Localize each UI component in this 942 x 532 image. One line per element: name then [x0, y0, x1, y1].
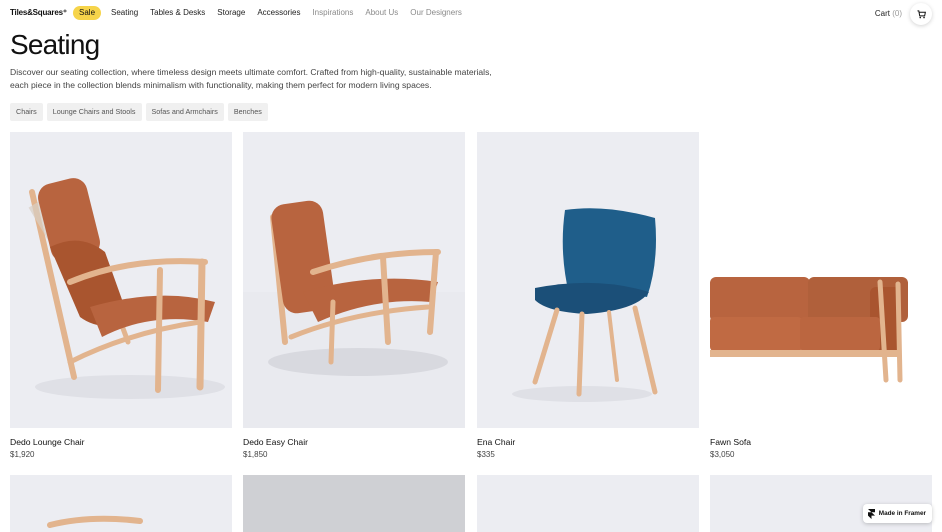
nav-links: Sale Seating Tables & Desks Storage Acce…: [73, 5, 474, 21]
nav-link-accessories[interactable]: Accessories: [257, 5, 300, 21]
nav-link-seating[interactable]: Seating: [111, 5, 138, 21]
product-name[interactable]: Dedo Easy Chair: [243, 437, 465, 447]
product-card[interactable]: Dedo Lounge Chair $1,920: [10, 132, 232, 459]
page-description: Discover our seating collection, where t…: [10, 67, 492, 90]
product-image[interactable]: [477, 475, 699, 532]
cart-icon: [916, 9, 926, 19]
framer-logo-icon: [867, 508, 875, 519]
cart-button[interactable]: [910, 3, 932, 25]
product-price: $3,050: [710, 450, 735, 459]
badge-label: Made in Framer: [878, 510, 926, 517]
product-name[interactable]: Dedo Lounge Chair: [10, 437, 232, 447]
filter-chairs[interactable]: Chairs: [10, 103, 43, 121]
filter-lounge-chairs-stools[interactable]: Lounge Chairs and Stools: [46, 103, 142, 121]
product-name[interactable]: Fawn Sofa: [710, 437, 932, 447]
filter-benches[interactable]: Benches: [227, 103, 268, 121]
product-image[interactable]: [477, 132, 699, 428]
product-price: $1,920: [10, 450, 35, 459]
brand-logo[interactable]: Tiles&Squares⁺: [10, 8, 67, 17]
category-filters: Chairs Lounge Chairs and Stools Sofas an…: [10, 103, 272, 121]
nav-link-tables-desks[interactable]: Tables & Desks: [150, 5, 205, 21]
product-image[interactable]: [243, 132, 465, 428]
product-card[interactable]: Fawn Sofa $3,050: [710, 132, 932, 459]
product-price: $335: [477, 450, 495, 459]
page-title: Seating: [10, 29, 100, 60]
product-image[interactable]: [10, 475, 232, 532]
product-image[interactable]: [10, 132, 232, 428]
product-price: $1,850: [243, 450, 268, 459]
top-navigation: Tiles&Squares⁺ Sale Seating Tables & Des…: [0, 0, 942, 26]
nav-link-storage[interactable]: Storage: [217, 5, 245, 21]
product-image[interactable]: [710, 132, 932, 428]
cart-count: (0): [892, 9, 902, 18]
product-card[interactable]: Dedo Easy Chair $1,850: [243, 132, 465, 459]
cart-link[interactable]: Cart (0): [875, 9, 902, 18]
product-card[interactable]: Ena Chair $335: [477, 132, 699, 459]
nav-link-about-us[interactable]: About Us: [365, 5, 398, 21]
filter-sofas-armchairs[interactable]: Sofas and Armchairs: [145, 103, 224, 121]
nav-link-inspirations[interactable]: Inspirations: [312, 5, 353, 21]
nav-link-our-designers[interactable]: Our Designers: [410, 5, 462, 21]
made-in-framer-badge[interactable]: Made in Framer: [862, 504, 932, 523]
nav-sale-link[interactable]: Sale: [73, 6, 102, 20]
product-image[interactable]: [243, 475, 465, 532]
product-name[interactable]: Ena Chair: [477, 437, 699, 447]
cart-label: Cart: [874, 9, 890, 18]
